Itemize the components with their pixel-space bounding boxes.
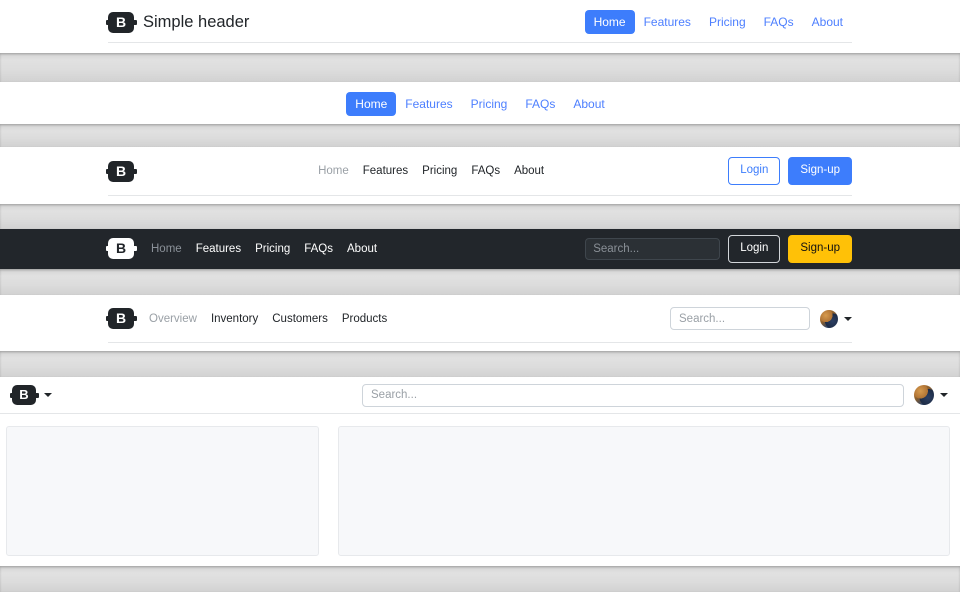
nav-item-overview[interactable]: Overview xyxy=(142,309,204,329)
user-avatar xyxy=(820,310,838,328)
nav-item-about[interactable]: About xyxy=(507,161,551,181)
user-menu[interactable] xyxy=(914,385,948,405)
nav-item-products[interactable]: Products xyxy=(335,309,394,329)
caret-down-icon xyxy=(844,317,852,321)
search-input[interactable] xyxy=(362,384,904,407)
nav-item-pricing[interactable]: Pricing xyxy=(415,161,464,181)
header-app-section: B xyxy=(0,377,960,566)
header-buttons-section: B Home Features Pricing FAQs About Login… xyxy=(0,147,960,204)
header-buttons: B Home Features Pricing FAQs About Login… xyxy=(108,147,852,196)
header-centered-section: Home Features Pricing FAQs About xyxy=(0,82,960,124)
nav-dark: Home Features Pricing FAQs About xyxy=(144,239,384,259)
header-simple: B Simple header Home Features Pricing FA… xyxy=(108,0,852,43)
brand-link-simple[interactable]: B Simple header xyxy=(108,12,249,33)
nav-dashboard: Overview Inventory Customers Products xyxy=(142,309,394,329)
nav-item-about[interactable]: About xyxy=(340,239,384,259)
logo-glyph: B xyxy=(108,161,134,182)
nav-item-features[interactable]: Features xyxy=(356,161,415,181)
logo-glyph: B xyxy=(108,12,134,33)
nav-item-home[interactable]: Home xyxy=(346,92,396,116)
nav-item-home[interactable]: Home xyxy=(311,161,356,181)
nav-item-home[interactable]: Home xyxy=(144,239,189,259)
nav-simple: Home Features Pricing FAQs About xyxy=(585,10,852,34)
nav-centered: Home Features Pricing FAQs About xyxy=(346,92,613,116)
header-dashboard: B Overview Inventory Customers Products xyxy=(108,295,852,343)
nav-item-customers[interactable]: Customers xyxy=(265,309,335,329)
header-dark: B Home Features Pricing FAQs About Login… xyxy=(0,229,960,269)
dark-actions: Login Sign-up xyxy=(585,235,852,263)
nav-item-pricing[interactable]: Pricing xyxy=(700,10,755,34)
header-centered: Home Features Pricing FAQs About xyxy=(0,82,960,125)
auth-buttons: Login Sign-up xyxy=(728,157,852,185)
bootstrap-logo-icon: B xyxy=(12,385,36,405)
nav-item-features[interactable]: Features xyxy=(635,10,700,34)
bootstrap-logo-icon: B xyxy=(108,308,134,329)
bootstrap-logo-icon: B xyxy=(108,238,134,259)
user-avatar xyxy=(914,385,934,405)
nav-item-features[interactable]: Features xyxy=(396,92,461,116)
search-input[interactable] xyxy=(585,238,720,260)
logo-glyph: B xyxy=(12,385,36,405)
nav-item-inventory[interactable]: Inventory xyxy=(204,309,265,329)
login-button[interactable]: Login xyxy=(728,157,780,185)
section-divider-2 xyxy=(0,124,960,147)
search-input[interactable] xyxy=(670,307,810,330)
nav-item-pricing[interactable]: Pricing xyxy=(462,92,517,116)
nav-item-about[interactable]: About xyxy=(803,10,852,34)
header-simple-section: B Simple header Home Features Pricing FA… xyxy=(0,0,960,53)
headers-examples-page: B Simple header Home Features Pricing FA… xyxy=(0,0,960,600)
logo-glyph: B xyxy=(108,308,134,329)
nav-item-features[interactable]: Features xyxy=(189,239,248,259)
section-divider-6 xyxy=(0,566,960,592)
section-divider-1 xyxy=(0,53,960,82)
brand-link-dashboard[interactable]: B xyxy=(108,308,134,329)
signup-button[interactable]: Sign-up xyxy=(788,235,852,263)
section-divider-3 xyxy=(0,204,960,229)
placeholder-box-right xyxy=(338,426,950,556)
login-button[interactable]: Login xyxy=(728,235,780,263)
user-menu[interactable] xyxy=(820,310,852,328)
nav-item-pricing[interactable]: Pricing xyxy=(248,239,297,259)
caret-down-icon xyxy=(44,393,52,397)
dashboard-actions xyxy=(670,307,852,330)
page-title: Simple header xyxy=(143,13,249,32)
nav-buttons: Home Features Pricing FAQs About xyxy=(311,161,551,181)
nav-item-faqs[interactable]: FAQs xyxy=(516,92,564,116)
brand-link-dark[interactable]: B xyxy=(108,238,134,259)
brand-link-buttons[interactable]: B xyxy=(108,161,134,182)
signup-button[interactable]: Sign-up xyxy=(788,157,852,185)
caret-down-icon xyxy=(940,393,948,397)
bootstrap-logo-icon: B xyxy=(108,12,134,33)
header-app: B xyxy=(0,377,960,414)
nav-item-faqs[interactable]: FAQs xyxy=(297,239,340,259)
section-divider-4 xyxy=(0,269,960,295)
nav-item-faqs[interactable]: FAQs xyxy=(464,161,507,181)
logo-glyph: B xyxy=(108,238,134,259)
header-dashboard-section: B Overview Inventory Customers Products xyxy=(0,295,960,351)
section-divider-5 xyxy=(0,351,960,377)
brand-dropdown[interactable]: B xyxy=(12,385,52,405)
nav-item-home[interactable]: Home xyxy=(585,10,635,34)
nav-item-faqs[interactable]: FAQs xyxy=(755,10,803,34)
placeholder-box-left xyxy=(6,426,319,556)
content-placeholders xyxy=(0,414,960,566)
bootstrap-logo-icon: B xyxy=(108,161,134,182)
nav-item-about[interactable]: About xyxy=(564,92,613,116)
